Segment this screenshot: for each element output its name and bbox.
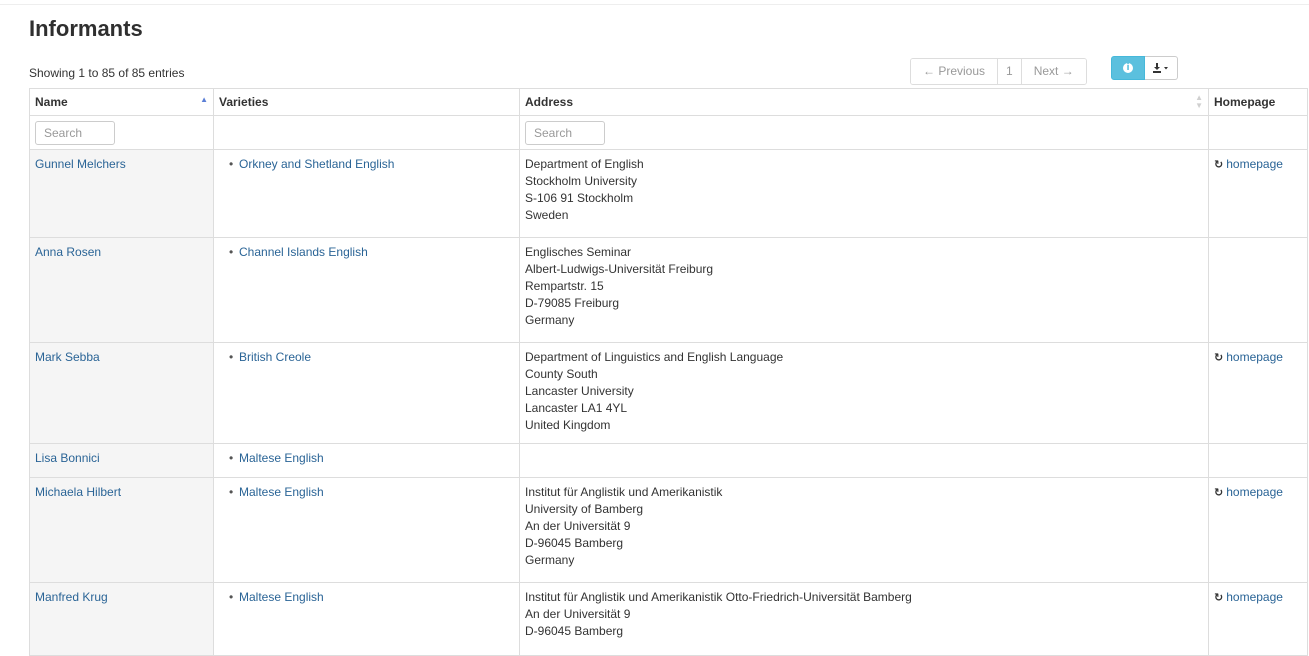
informant-name-link[interactable]: Lisa Bonnici bbox=[35, 451, 100, 465]
informant-name-link[interactable]: Mark Sebba bbox=[35, 350, 100, 364]
table-row: Michaela Hilbert • Maltese English Instit… bbox=[29, 477, 1308, 583]
homepage-link[interactable]: homepage bbox=[1226, 157, 1283, 171]
table-row: Manfred Krug • Maltese English Institut f… bbox=[29, 582, 1308, 656]
page-title: Informants bbox=[29, 16, 143, 41]
informant-name-link[interactable]: Anna Rosen bbox=[35, 245, 101, 259]
variety-link[interactable]: British Creole bbox=[239, 350, 311, 364]
address-cell: Institut für Anglistik und Amerikanistik… bbox=[519, 582, 1209, 656]
variety-link[interactable]: Channel Islands English bbox=[239, 245, 368, 259]
table-row: Mark Sebba • British Creole Department of… bbox=[29, 342, 1308, 444]
address-cell: Department of Linguistics and English La… bbox=[519, 342, 1209, 444]
address-search-input[interactable] bbox=[525, 120, 605, 145]
variety-link[interactable]: Maltese English bbox=[239, 590, 324, 604]
column-header-name[interactable]: Name ▲ bbox=[29, 88, 214, 116]
address-cell: Englisches Seminar Albert-Ludwigs-Univer… bbox=[519, 237, 1209, 343]
pagination: ← Previous 1 Next → bbox=[910, 58, 1087, 85]
homepage-link[interactable]: homepage bbox=[1226, 350, 1283, 364]
download-dropdown-button[interactable] bbox=[1145, 56, 1178, 80]
address-cell: Department of English Stockholm Universi… bbox=[519, 149, 1209, 238]
table-row: Anna Rosen • Channel Islands English Engl… bbox=[29, 237, 1308, 343]
search-row bbox=[29, 115, 1308, 150]
informant-name-link[interactable]: Gunnel Melchers bbox=[35, 157, 126, 171]
next-button[interactable]: Next → bbox=[1020, 59, 1086, 84]
download-icon bbox=[1153, 63, 1168, 73]
address-cell bbox=[519, 443, 1209, 478]
informant-name-link[interactable]: Manfred Krug bbox=[35, 590, 108, 604]
external-link-icon: ↻ bbox=[1214, 351, 1224, 364]
column-header-homepage[interactable]: Homepage bbox=[1208, 88, 1308, 116]
column-header-address[interactable]: Address ▲ ▼ bbox=[519, 88, 1209, 116]
informant-name-link[interactable]: Michaela Hilbert bbox=[35, 485, 121, 499]
info-button[interactable]: i bbox=[1111, 56, 1145, 80]
variety-link[interactable]: Orkney and Shetland English bbox=[239, 157, 394, 171]
name-search-input[interactable] bbox=[35, 120, 115, 145]
informants-table: Name ▲ Varieties Address ▲▼ Homepage Gun… bbox=[29, 88, 1308, 656]
external-link-icon: ↻ bbox=[1214, 486, 1224, 499]
external-link-icon: ↻ bbox=[1214, 591, 1224, 604]
homepage-link[interactable]: homepage bbox=[1226, 485, 1283, 499]
column-header-varieties[interactable]: Varieties bbox=[213, 88, 520, 116]
sort-both-icon: ▲ ▼ bbox=[1195, 93, 1203, 110]
table-row: Gunnel Melchers • Orkney and Shetland Eng… bbox=[29, 149, 1308, 238]
table-tools: i bbox=[1111, 56, 1178, 80]
page-1-button[interactable]: 1 bbox=[997, 59, 1021, 84]
entries-info: Showing 1 to 85 of 85 entries bbox=[29, 66, 185, 80]
top-divider bbox=[0, 4, 1309, 5]
info-icon: i bbox=[1123, 63, 1133, 73]
table-row: Lisa Bonnici • Maltese English bbox=[29, 443, 1308, 478]
variety-link[interactable]: Maltese English bbox=[239, 451, 324, 465]
variety-link[interactable]: Maltese English bbox=[239, 485, 324, 499]
homepage-link[interactable]: homepage bbox=[1226, 590, 1283, 604]
external-link-icon: ↻ bbox=[1214, 158, 1224, 171]
homepage-cell bbox=[1208, 237, 1308, 343]
address-cell: Institut für Anglistik und Amerikanistik… bbox=[519, 477, 1209, 583]
sort-asc-icon: ▲ bbox=[200, 95, 208, 104]
homepage-cell bbox=[1208, 443, 1308, 478]
previous-button[interactable]: ← Previous bbox=[911, 59, 998, 84]
